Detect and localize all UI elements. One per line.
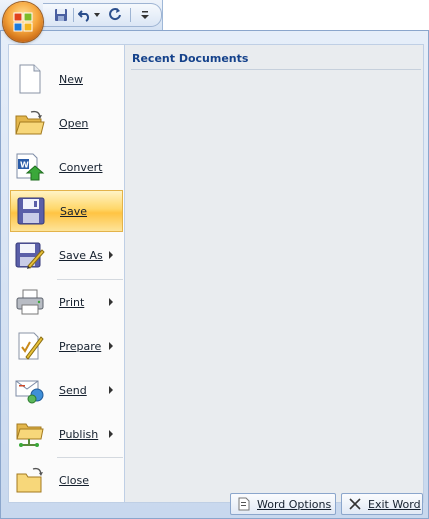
submenu-arrow-icon (109, 386, 113, 394)
menu-item-open[interactable]: Open (10, 102, 123, 144)
menu-item-prepare[interactable]: Prepare (10, 325, 123, 367)
close-folder-icon (14, 464, 46, 496)
publish-icon (14, 418, 46, 450)
submenu-arrow-icon (109, 298, 113, 306)
office-logo-icon (13, 12, 33, 32)
menu-item-label: Open (59, 116, 89, 130)
toolbar-separator (73, 8, 74, 22)
open-folder-icon (14, 107, 46, 139)
menu-item-save-as[interactable]: Save As (10, 234, 123, 276)
prepare-document-icon (14, 330, 46, 362)
menu-divider (57, 279, 123, 280)
menu-item-label: Save As (59, 248, 103, 262)
menu-item-label: Publish (59, 427, 99, 441)
word-options-label: Word Options (257, 497, 332, 511)
submenu-arrow-icon (109, 430, 113, 438)
new-document-icon (14, 63, 46, 95)
menu-item-label: Close (59, 473, 89, 487)
redo-icon[interactable] (107, 7, 123, 23)
menu-commands-panel: New Open W Convert Save Save As Print Pr… (8, 44, 124, 503)
menu-item-send[interactable]: Send (10, 369, 123, 411)
word-options-button[interactable]: Word Options (230, 493, 336, 515)
convert-document-icon: W (14, 151, 46, 183)
recent-documents-panel: Recent Documents (124, 44, 424, 503)
submenu-arrow-icon (109, 342, 113, 350)
customize-toolbar-icon[interactable] (137, 7, 153, 23)
undo-dropdown-icon[interactable] (93, 7, 101, 23)
exit-word-label: Exit Word (368, 497, 421, 511)
save-as-icon (14, 239, 46, 271)
menu-item-close[interactable]: Close (10, 459, 123, 501)
menu-divider (57, 457, 123, 458)
send-icon (14, 374, 46, 406)
menu-item-publish[interactable]: Publish (10, 413, 123, 455)
printer-icon (14, 286, 46, 318)
options-document-icon (236, 496, 252, 512)
menu-item-new[interactable]: New (10, 58, 123, 100)
menu-item-label: Print (59, 295, 85, 309)
menu-item-label: Send (59, 383, 87, 397)
close-x-icon (347, 496, 363, 512)
menu-item-save[interactable]: Save (10, 190, 123, 232)
office-button[interactable] (3, 2, 43, 42)
menu-item-label: Prepare (59, 339, 102, 353)
menu-item-print[interactable]: Print (10, 281, 123, 323)
menu-item-label: Save (60, 204, 88, 218)
undo-icon[interactable] (77, 7, 93, 23)
menu-item-label: New (59, 72, 83, 86)
exit-word-button[interactable]: Exit Word (341, 493, 423, 515)
menu-item-convert[interactable]: W Convert (10, 146, 123, 188)
menu-item-label: Convert (59, 160, 103, 174)
submenu-arrow-icon (109, 251, 113, 259)
save-disk-icon (15, 195, 47, 227)
recent-documents-divider (131, 69, 421, 70)
office-menu: New Open W Convert Save Save As Print Pr… (0, 30, 429, 519)
svg-text:W: W (20, 161, 29, 170)
save-icon[interactable] (53, 7, 69, 23)
quick-access-toolbar (43, 3, 162, 27)
toolbar-separator (130, 8, 131, 22)
recent-documents-title: Recent Documents (132, 52, 249, 65)
